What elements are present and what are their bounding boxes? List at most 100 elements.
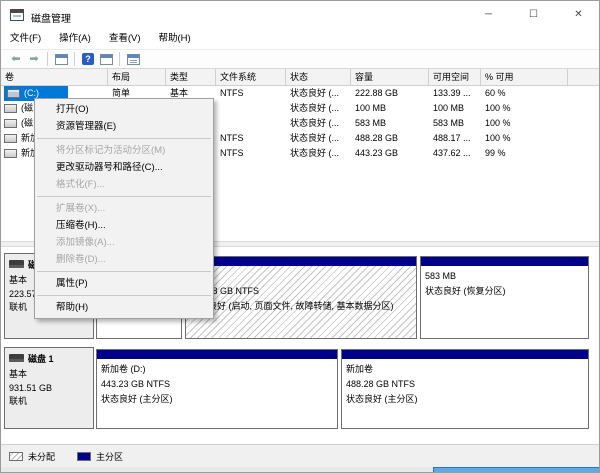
menu-separator [37,271,211,272]
menu-item-help[interactable]: 帮助(H) [35,299,213,316]
legend-unallocated: 未分配 [9,450,55,463]
volume-icon [4,149,17,158]
disk-icon [9,260,24,268]
bottom-edge [1,467,600,473]
cell-free: 583 MB [429,116,481,131]
help-icon[interactable]: ? [80,52,96,66]
cell-free: 437.62 ... [429,146,481,161]
partition-line: 新加卷 [346,362,588,377]
header-status[interactable]: 状态 [286,69,351,85]
cell-capacity: 488.28 GB [351,131,429,146]
cell-pct: 100 % [481,116,568,131]
toolbar-separator [74,52,75,66]
disk1-name: 磁盘 1 [28,352,54,365]
menu-help[interactable]: 帮助(H) [149,29,199,49]
cell-status: 状态良好 (... [286,131,351,146]
help-glyph: ? [82,53,94,65]
cell-capacity: 443.23 GB [351,146,429,161]
unallocated-swatch-icon [9,452,23,461]
volume-label: (磁 [21,116,33,131]
app-icon [10,9,24,21]
selected-partition-hatch: (C:) 222.88 GB NTFS 状态良好 (启动, 页面文件, 故障转储… [186,266,416,338]
header-filesystem[interactable]: 文件系统 [216,69,286,85]
volume-icon [4,119,17,128]
forward-icon[interactable]: ➡ [26,52,42,66]
menu-view[interactable]: 查看(V) [100,29,150,49]
properties-glyph [127,54,140,65]
menu-item-shrink[interactable]: 压缩卷(H)... [35,217,213,234]
legend-label: 未分配 [28,450,55,463]
header-type[interactable]: 类型 [166,69,216,85]
partition-color-bar [186,257,416,266]
toolbar-separator [47,52,48,66]
partition-line: 443.23 GB NTFS [101,377,337,392]
menu-item-delete: 删除卷(D)... [35,251,213,268]
volume-label: (磁 [21,101,33,116]
volume-icon [4,104,17,113]
cell-fs [216,101,286,116]
menu-item-change-letter[interactable]: 更改驱动器号和路径(C)... [35,159,213,176]
cell-status: 状态良好 (... [286,101,351,116]
menu-item-mark-active: 将分区标记为活动分区(M) [35,142,213,159]
forward-arrow-glyph: ➡ [29,52,38,66]
disk-management-window: 磁盘管理 ─ ☐ ✕ 文件(F) 操作(A) 查看(V) 帮助(H) ⬅ ➡ ?… [0,0,600,473]
disk1-status: 联机 [9,395,89,409]
cell-status: 状态良好 (... [286,146,351,161]
partition-line: 状态良好 (主分区) [101,392,337,407]
back-icon[interactable]: ⬅ [8,52,24,66]
maximize-button[interactable]: ☐ [511,1,556,29]
menu-separator [37,295,211,296]
cell-status: 状态良好 (... [286,116,351,131]
volume-list-header: 卷 布局 类型 文件系统 状态 容量 可用空间 % 可用 [1,69,600,86]
cell-fs: NTFS [216,86,286,101]
menu-item-format: 格式化(F)... [35,176,213,193]
menu-item-open[interactable]: 打开(O) [35,101,213,118]
disk0-partition-recovery[interactable]: 583 MB 状态良好 (恢复分区) [420,256,589,339]
cell-pct: 100 % [481,101,568,116]
partition-line: 状态良好 (主分区) [346,392,588,407]
header-capacity[interactable]: 容量 [351,69,429,85]
partition-color-bar [97,350,337,359]
menu-file[interactable]: 文件(F) [1,29,50,49]
header-layout[interactable]: 布局 [108,69,166,85]
disk1-panel[interactable]: 磁盘 1 基本 931.51 GB 联机 [4,347,94,429]
toolbar: ⬅ ➡ ? [1,49,600,69]
partition-line: (C:) [190,269,416,284]
disk0-partition-c[interactable]: (C:) 222.88 GB NTFS 状态良好 (启动, 页面文件, 故障转储… [185,256,417,339]
console-tree-icon[interactable] [53,52,69,66]
volume-icon [4,134,17,143]
cell-free: 488.17 ... [429,131,481,146]
cell-capacity: 583 MB [351,116,429,131]
toolbar-separator [119,52,120,66]
partition-line: 222.88 GB NTFS [190,284,416,299]
menu-item-add-mirror: 添加镜像(A)... [35,234,213,251]
partition-color-bar [342,350,588,359]
disk-icon [9,354,24,362]
cell-fs: NTFS [216,146,286,161]
close-button[interactable]: ✕ [556,1,600,29]
legend-primary: 主分区 [77,450,123,463]
header-free-space[interactable]: 可用空间 [429,69,481,85]
header-volume[interactable]: 卷 [1,69,108,85]
cell-fs: NTFS [216,131,286,146]
primary-partition-swatch-icon [77,452,91,461]
cell-capacity: 100 MB [351,101,429,116]
partition-color-bar [421,257,588,266]
properties-icon[interactable] [125,52,141,66]
cell-pct: 60 % [481,86,568,101]
cell-status: 状态良好 (... [286,86,351,101]
menu-item-explorer[interactable]: 资源管理器(E) [35,118,213,135]
minimize-button[interactable]: ─ [466,1,511,29]
menu-item-properties[interactable]: 属性(P) [35,275,213,292]
taskbar-sliver [433,467,600,473]
action-pane-icon[interactable] [98,52,114,66]
disk1-partition-new[interactable]: 新加卷 488.28 GB NTFS 状态良好 (主分区) [341,349,589,429]
menu-action[interactable]: 操作(A) [50,29,100,49]
disk1-partition-d[interactable]: 新加卷 (D:) 443.23 GB NTFS 状态良好 (主分区) [96,349,338,429]
title-bar: 磁盘管理 ─ ☐ ✕ [1,1,600,29]
menu-separator [37,196,211,197]
menu-separator [37,138,211,139]
disk1-size: 931.51 GB [9,382,89,396]
header-pct-free[interactable]: % 可用 [481,69,568,85]
back-arrow-glyph: ⬅ [11,52,20,66]
